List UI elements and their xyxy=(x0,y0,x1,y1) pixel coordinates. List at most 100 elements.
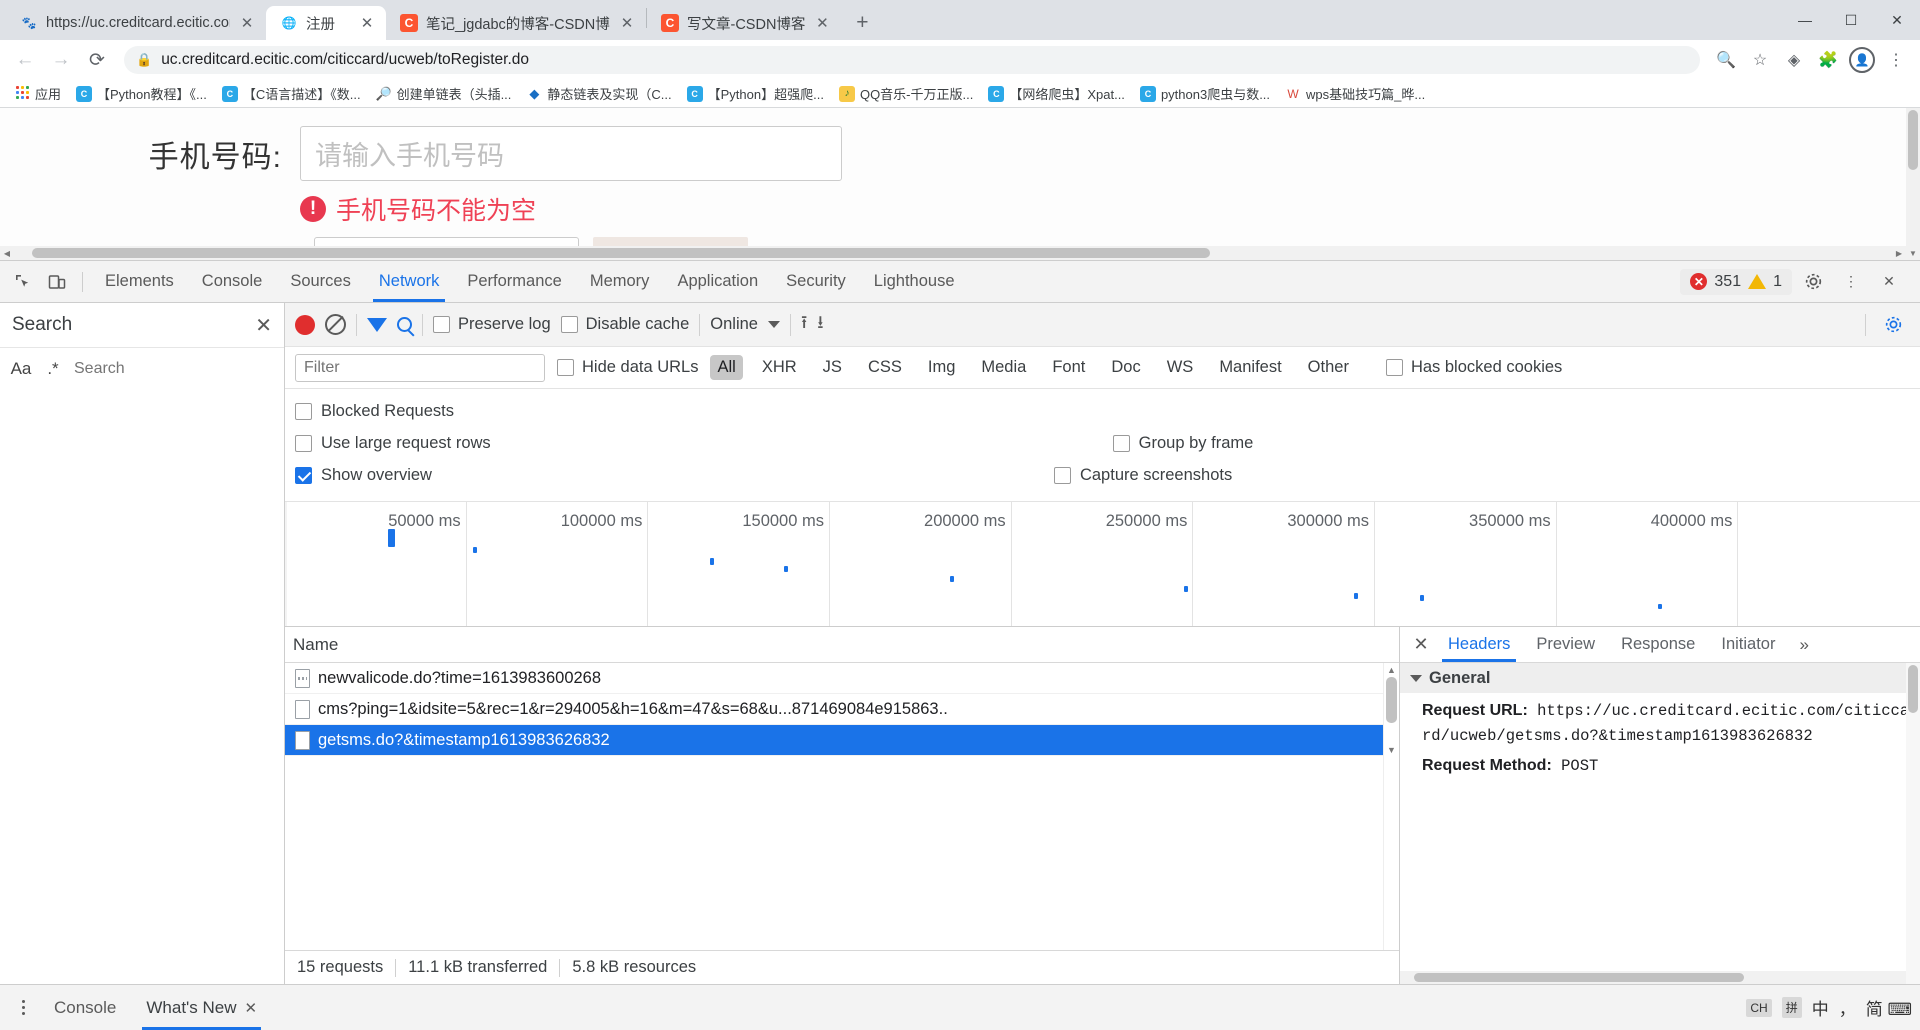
bookmark-item-1[interactable]: C 【Python教程】《... xyxy=(70,82,213,105)
export-har-icon[interactable]: ⭳ xyxy=(817,310,823,340)
request-rows[interactable]: newvalicode.do?time=1613983600268 cms?pi… xyxy=(285,663,1399,950)
details-tab-response[interactable]: Response xyxy=(1609,627,1707,662)
ime-pinyin-box[interactable]: 拼 xyxy=(1781,997,1802,1018)
checkbox-box[interactable] xyxy=(560,316,578,333)
capture-screenshots-checkbox[interactable]: Capture screenshots xyxy=(1053,466,1232,485)
chrome-menu-icon[interactable]: ⋮ xyxy=(1882,46,1910,74)
scroll-thumb[interactable] xyxy=(1908,665,1918,713)
match-case-button[interactable]: Aa xyxy=(10,359,32,379)
filter-type-js[interactable]: JS xyxy=(816,355,849,380)
details-tab-initiator[interactable]: Initiator xyxy=(1709,627,1787,662)
scroll-down-arrow-icon[interactable]: ▼ xyxy=(1384,743,1399,757)
bookmark-item-9[interactable]: W wps基础技巧篇_晔... xyxy=(1279,82,1431,105)
blocked-requests-checkbox[interactable]: Blocked Requests xyxy=(295,402,454,421)
regex-button[interactable]: .* xyxy=(42,359,64,379)
network-overview-timeline[interactable]: 50000 ms 100000 ms 150000 ms 200000 ms 25000… xyxy=(285,502,1920,627)
details-tab-headers[interactable]: Headers xyxy=(1436,627,1522,662)
devtools-tab-sources[interactable]: Sources xyxy=(276,261,365,302)
page-vscroll-thumb[interactable] xyxy=(1908,110,1918,170)
ime-extras[interactable]: 简 ⌨ xyxy=(1866,995,1912,1020)
group-by-frame-checkbox[interactable]: Group by frame xyxy=(1112,434,1253,453)
tab-close-icon[interactable]: ✕ xyxy=(238,14,256,32)
ime-mode[interactable]: 中 xyxy=(1812,995,1829,1020)
scroll-up-arrow-icon[interactable]: ▲ xyxy=(1384,663,1399,677)
show-overview-checkbox[interactable]: Show overview xyxy=(295,466,432,485)
checkbox-box[interactable] xyxy=(295,402,312,420)
bookmark-item-3[interactable]: 🔎 创建单链表（头插... xyxy=(370,82,518,105)
devtools-tab-memory[interactable]: Memory xyxy=(576,261,664,302)
scroll-thumb[interactable] xyxy=(1386,677,1397,723)
overview-canvas[interactable]: 50000 ms 100000 ms 150000 ms 200000 ms 25000… xyxy=(285,502,1920,626)
section-general[interactable]: General xyxy=(1400,663,1920,693)
throttling-select[interactable]: Online xyxy=(710,315,758,334)
disable-cache-checkbox[interactable]: Disable cache xyxy=(560,315,689,334)
new-tab-button[interactable]: + xyxy=(847,8,877,38)
filter-type-ws[interactable]: WS xyxy=(1160,355,1201,380)
browser-tab-2[interactable]: C 笔记_jgdabc的博客-CSDN博客 ✕ xyxy=(386,6,646,40)
scroll-left-arrow-icon[interactable]: ◀ xyxy=(0,249,14,258)
hide-data-urls-checkbox[interactable]: Hide data URLs xyxy=(557,358,698,377)
table-row[interactable]: getsms.do?&timestamp1613983626832 xyxy=(285,725,1399,756)
checkbox-box[interactable] xyxy=(557,359,574,376)
devtools-tab-security[interactable]: Security xyxy=(772,261,860,302)
filter-type-img[interactable]: Img xyxy=(921,355,963,380)
request-list-scrollbar[interactable]: ▲ ▼ xyxy=(1383,663,1399,950)
large-rows-checkbox[interactable]: Use large request rows xyxy=(295,434,491,453)
bookmark-item-4[interactable]: ◆ 静态链表及实现（C... xyxy=(520,82,677,105)
chevron-down-icon[interactable] xyxy=(1410,674,1422,682)
table-row[interactable]: cms?ping=1&idsite=5&rec=1&r=294005&h=16&… xyxy=(285,694,1399,725)
scroll-down-arrow-icon[interactable]: ▼ xyxy=(1909,249,1917,258)
zoom-icon[interactable]: 🔍 xyxy=(1712,46,1740,74)
filter-type-all[interactable]: All xyxy=(710,355,743,380)
address-bar[interactable]: 🔒 uc.creditcard.ecitic.com/citiccard/ucw… xyxy=(124,46,1700,74)
filter-funnel-icon[interactable] xyxy=(367,317,387,332)
details-horizontal-scrollbar[interactable] xyxy=(1400,971,1906,984)
network-settings-gear-icon[interactable] xyxy=(1876,309,1910,341)
preserve-log-checkbox[interactable]: Preserve log xyxy=(433,315,551,334)
search-input[interactable] xyxy=(74,359,281,378)
filter-type-xhr[interactable]: XHR xyxy=(755,355,804,380)
close-icon[interactable]: ✕ xyxy=(1408,634,1434,655)
close-window-button[interactable]: ✕ xyxy=(1874,0,1920,40)
devtools-tab-elements[interactable]: Elements xyxy=(91,261,188,302)
chevron-down-icon[interactable] xyxy=(767,321,780,328)
record-stop-icon[interactable] xyxy=(295,314,315,335)
table-row[interactable]: newvalicode.do?time=1613983600268 xyxy=(285,663,1399,694)
devtools-tab-application[interactable]: Application xyxy=(663,261,772,302)
minimize-button[interactable]: — xyxy=(1782,0,1828,40)
checkbox-box[interactable] xyxy=(295,466,312,484)
close-icon[interactable]: ✕ xyxy=(245,999,258,1017)
clear-network-icon[interactable] xyxy=(325,314,346,335)
checkbox-box[interactable] xyxy=(433,316,450,333)
filter-type-manifest[interactable]: Manifest xyxy=(1212,355,1288,380)
extension-puzzle-icon[interactable]: ◈ xyxy=(1780,46,1808,74)
browser-tab-1[interactable]: 🌐 注册 ✕ xyxy=(266,6,386,40)
forward-button[interactable]: → xyxy=(46,45,76,75)
close-icon[interactable]: ✕ xyxy=(255,313,272,338)
page-vertical-scrollbar[interactable]: ▼ xyxy=(1906,108,1920,260)
page-horizontal-scrollbar[interactable]: ◀ ▶ xyxy=(0,246,1906,260)
bookmark-item-apps[interactable]: 应用 xyxy=(8,82,67,105)
devtools-tab-performance[interactable]: Performance xyxy=(453,261,575,302)
import-har-icon[interactable]: ⭱ xyxy=(801,310,807,340)
phone-input[interactable]: 请输入手机号码 xyxy=(300,126,842,181)
gear-icon[interactable] xyxy=(1796,266,1830,298)
tab-close-icon[interactable]: ✕ xyxy=(813,14,831,32)
drawer-tab-console[interactable]: Console xyxy=(42,985,128,1030)
bookmark-item-2[interactable]: C 【C语言描述】《数... xyxy=(216,82,367,105)
scroll-right-arrow-icon[interactable]: ▶ xyxy=(1892,249,1906,258)
more-tabs-icon[interactable]: » xyxy=(1789,635,1818,655)
filter-type-font[interactable]: Font xyxy=(1045,355,1092,380)
bookmark-item-6[interactable]: ♪ QQ音乐-千万正版... xyxy=(833,82,979,105)
browser-tab-0[interactable]: 🐾 https://uc.creditcard.ecitic.com ✕ xyxy=(6,6,266,40)
ime-lang-box[interactable]: CH xyxy=(1746,998,1772,1017)
browser-tab-3[interactable]: C 写文章-CSDN博客 ✕ xyxy=(647,6,842,40)
checkbox-box[interactable] xyxy=(1112,434,1130,452)
device-toolbar-icon[interactable] xyxy=(40,266,74,298)
maximize-button[interactable]: ☐ xyxy=(1828,0,1874,40)
scroll-thumb[interactable] xyxy=(1414,973,1744,982)
drawer-tab-whats-new[interactable]: What's New ✕ xyxy=(134,985,269,1030)
issues-counter[interactable]: ✕ 351 1 xyxy=(1680,268,1792,295)
filter-type-media[interactable]: Media xyxy=(974,355,1033,380)
reload-button[interactable]: ⟳ xyxy=(82,45,112,75)
